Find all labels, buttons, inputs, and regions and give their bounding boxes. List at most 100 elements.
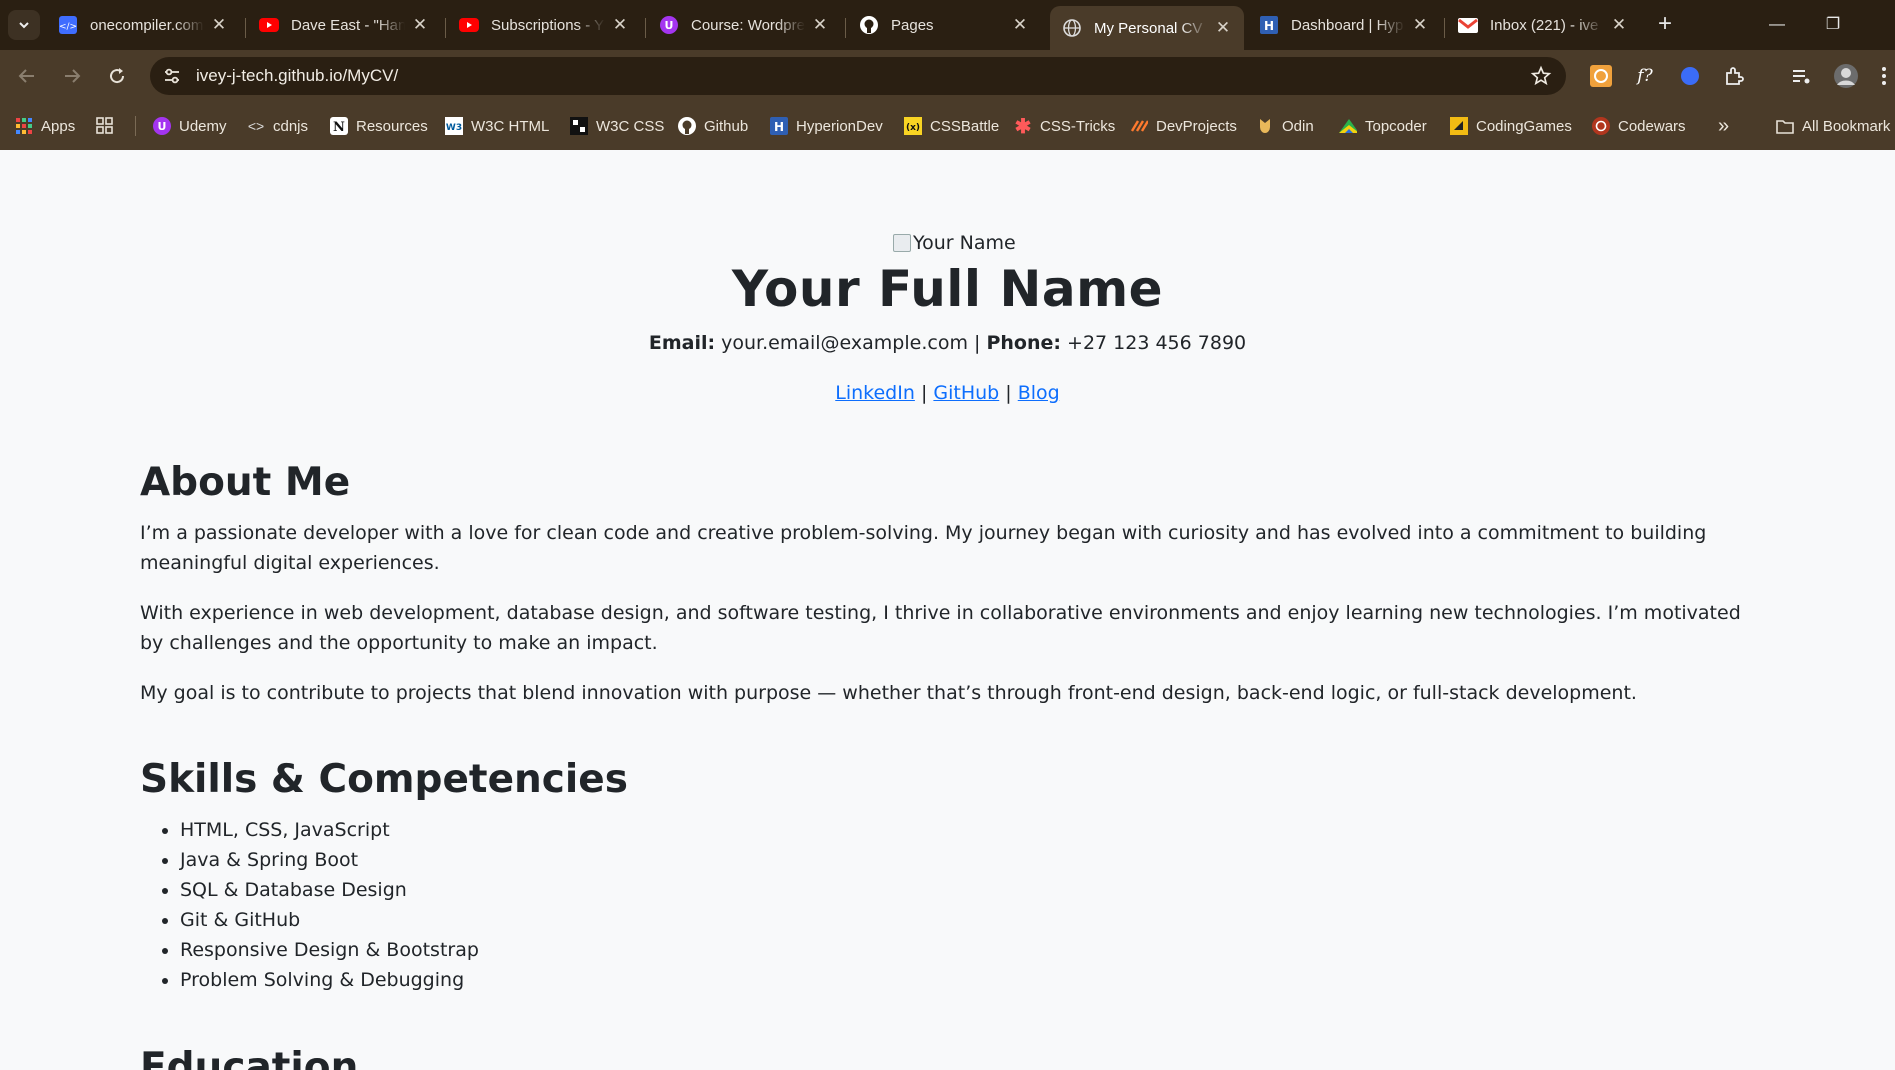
close-icon[interactable]: ✕ <box>811 16 829 34</box>
extension-blue-dot-icon[interactable] <box>1677 63 1703 89</box>
education-heading: Education <box>140 1045 359 1070</box>
tab-title: Subscriptions - Y <box>491 16 605 34</box>
skill-item: Java & Spring Boot <box>180 845 479 875</box>
tab-my-personal-cv[interactable]: My Personal CV ✕ <box>1050 6 1244 50</box>
bookmark-label: Codewars <box>1618 117 1686 135</box>
extension-orange-icon[interactable] <box>1588 63 1614 89</box>
bookmarks-overflow-button[interactable]: » <box>1718 114 1729 138</box>
tab-strip: </> onecompiler.com ✕ Dave East - "Han ✕… <box>0 0 1895 50</box>
github-link[interactable]: GitHub <box>933 382 999 404</box>
cssbattle-icon: (x) <box>904 117 922 135</box>
tab-subscriptions[interactable]: Subscriptions - Y ✕ <box>447 7 641 43</box>
bookmark-label: Resources <box>356 117 428 135</box>
bookmark-cssbattle[interactable]: (x) CSSBattle <box>904 114 999 138</box>
close-icon[interactable]: ✕ <box>1610 16 1628 34</box>
svg-text:</>: </> <box>59 22 77 32</box>
all-bookmarks-button[interactable]: All Bookmark <box>1776 114 1890 138</box>
new-tab-button[interactable]: + <box>1652 12 1678 38</box>
cv-page: Your Name Your Full Name Email: your.ema… <box>0 150 1895 1070</box>
bookmark-resources[interactable]: N Resources <box>330 114 428 138</box>
blog-link[interactable]: Blog <box>1018 382 1060 404</box>
bookmark-label: CSS-Tricks <box>1040 117 1116 135</box>
linkedin-link[interactable]: LinkedIn <box>835 382 915 404</box>
tab-onecompiler[interactable]: </> onecompiler.com ✕ <box>46 7 240 43</box>
close-icon[interactable]: ✕ <box>1011 16 1029 34</box>
bookmark-label: CSSBattle <box>930 117 1000 135</box>
bookmark-odin[interactable]: Odin <box>1256 114 1314 138</box>
bookmark-w3c-css[interactable]: W3C CSS <box>570 114 664 138</box>
tab-github-pages[interactable]: Pages ✕ <box>847 7 1041 43</box>
notion-icon: N <box>330 117 348 135</box>
apps-grid-icon <box>15 117 33 135</box>
hyperiondev-icon: H <box>770 117 788 135</box>
address-bar[interactable]: ivey-j-tech.github.io/MyCV/ <box>150 57 1566 95</box>
close-icon[interactable]: ✕ <box>411 16 429 34</box>
bookmark-tab-groups[interactable] <box>96 114 122 138</box>
close-icon[interactable]: ✕ <box>1411 16 1429 34</box>
w3c-icon: W3 <box>445 117 463 135</box>
bookmark-codinggames[interactable]: CodingGames <box>1450 114 1572 138</box>
bookmark-cdnjs[interactable]: <> cdnjs <box>247 114 308 138</box>
broken-image-icon <box>893 234 911 252</box>
extensions-puzzle-icon[interactable] <box>1721 63 1747 89</box>
contact-line: Email: your.email@example.com | Phone: +… <box>0 332 1895 354</box>
udemy-icon: U <box>659 15 679 35</box>
bookmarks-bar: Apps U Udemy <> cdnjs N Resources W3 W3C… <box>0 102 1895 150</box>
bookmark-label: Topcoder <box>1365 117 1427 135</box>
bookmark-css-tricks[interactable]: ✱ CSS-Tricks <box>1014 114 1116 138</box>
bookmark-github[interactable]: Github <box>678 114 748 138</box>
tab-groups-icon <box>96 117 114 135</box>
profile-avatar-icon[interactable] <box>1833 63 1859 89</box>
tab-dave-east[interactable]: Dave East - "Han ✕ <box>247 7 441 43</box>
tab-search-button[interactable] <box>8 10 40 40</box>
codingame-icon <box>1450 117 1468 135</box>
youtube-icon <box>259 15 279 35</box>
restore-button[interactable]: ❐ <box>1808 10 1858 40</box>
reload-button[interactable] <box>101 60 133 92</box>
svg-text:H: H <box>774 120 784 134</box>
menu-kebab-icon[interactable] <box>1876 63 1892 89</box>
bookmark-hyperiondev[interactable]: H HyperionDev <box>770 114 883 138</box>
bookmark-label: Apps <box>41 117 76 135</box>
bookmark-w3c-html[interactable]: W3 W3C HTML <box>445 114 549 138</box>
browser-toolbar: ivey-j-tech.github.io/MyCV/ f? <box>0 50 1895 102</box>
back-button[interactable] <box>11 60 43 92</box>
reload-icon <box>110 68 125 84</box>
forward-button[interactable] <box>56 60 88 92</box>
tab-gmail-inbox[interactable]: Inbox (221) - ive ✕ <box>1446 7 1640 43</box>
full-name-heading: Your Full Name <box>731 260 1164 318</box>
bookmark-topcoder[interactable]: Topcoder <box>1339 114 1427 138</box>
gmail-icon <box>1458 15 1478 35</box>
skill-item: Responsive Design & Bootstrap <box>180 935 479 965</box>
about-paragraph: My goal is to contribute to projects tha… <box>140 682 1637 704</box>
codewars-icon <box>1592 117 1610 135</box>
bookmark-label: All Bookmark <box>1802 117 1891 135</box>
bookmark-label: Udemy <box>179 117 227 135</box>
star-icon[interactable] <box>1530 65 1552 87</box>
tab-title: Inbox (221) - ive <box>1490 16 1599 34</box>
svg-text:(x): (x) <box>906 123 920 133</box>
about-paragraph: I’m a passionate developer with a love f… <box>140 522 1707 574</box>
bookmark-codewars[interactable]: Codewars <box>1592 114 1686 138</box>
css-tricks-icon: ✱ <box>1014 115 1032 138</box>
link-separator: | <box>1005 382 1012 404</box>
bookmark-udemy[interactable]: U Udemy <box>153 114 227 138</box>
tab-dashboard-hyperiondev[interactable]: H Dashboard | Hyp ✕ <box>1247 7 1441 43</box>
tab-title: Pages <box>891 16 934 34</box>
extension-formula-icon[interactable]: f? <box>1632 63 1658 89</box>
close-icon[interactable]: ✕ <box>1214 19 1232 37</box>
odin-icon <box>1256 117 1274 135</box>
close-icon[interactable]: ✕ <box>611 16 629 34</box>
svg-text:U: U <box>665 19 674 32</box>
udemy-icon: U <box>153 117 171 135</box>
media-controls-icon[interactable] <box>1788 63 1814 89</box>
site-settings-icon[interactable] <box>162 66 182 86</box>
svg-text:U: U <box>158 120 167 133</box>
bookmark-apps[interactable]: Apps <box>15 114 75 138</box>
bookmark-label: Github <box>704 117 749 135</box>
code-icon: </> <box>58 15 78 35</box>
tab-course-wordpress[interactable]: U Course: Wordpre ✕ <box>647 7 841 43</box>
close-icon[interactable]: ✕ <box>210 16 228 34</box>
minimize-button[interactable]: — <box>1752 10 1802 40</box>
bookmark-devprojects[interactable]: DevProjects <box>1130 114 1237 138</box>
